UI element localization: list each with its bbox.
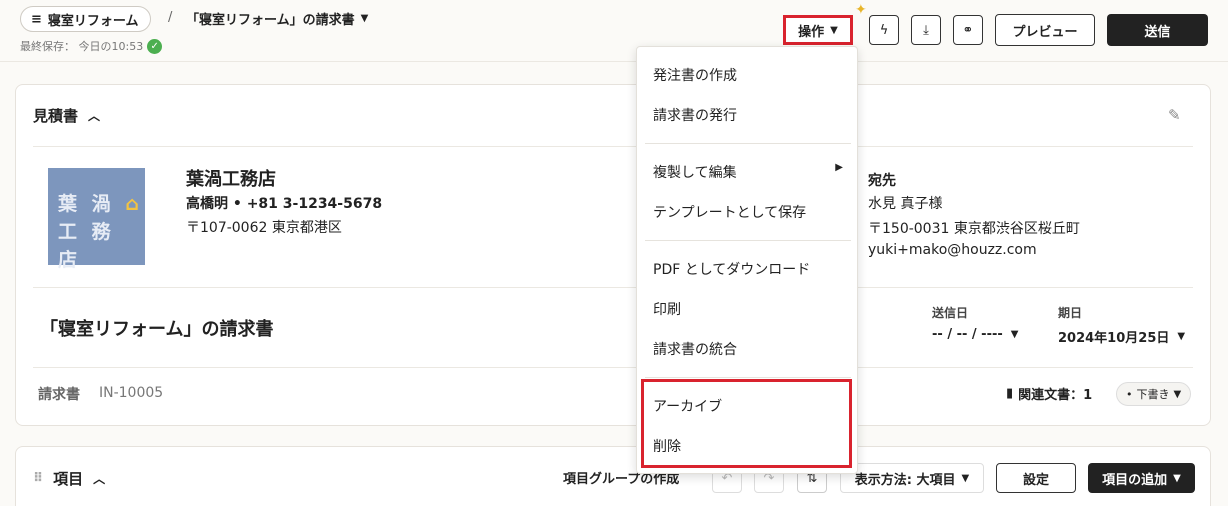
edit-pencil-icon[interactable]: ✎: [1168, 106, 1181, 124]
send-date-picker[interactable]: -- / -- / ---- ▼: [932, 327, 1018, 342]
check-icon: ✓: [147, 38, 163, 54]
caret-down-icon: ▼: [830, 24, 838, 36]
due-date-picker[interactable]: 2024年10月25日 ▼: [1058, 327, 1185, 346]
menu-item-create-po[interactable]: 発注書の作成: [653, 65, 737, 85]
menu-icon: ≡: [31, 11, 42, 27]
menu-item-issue-invoice[interactable]: 請求書の発行: [653, 105, 737, 125]
caret-down-icon: ▼: [360, 13, 369, 24]
menu-divider: [645, 377, 851, 378]
quick-action-button[interactable]: ϟ: [869, 15, 899, 45]
caret-down-icon: ▼: [961, 472, 970, 484]
lightning-icon: ϟ: [879, 22, 889, 38]
link-button[interactable]: ⚭: [953, 15, 983, 45]
add-item-button[interactable]: 項目の追加 ▼: [1088, 463, 1195, 493]
recipient-address: 〒150-0031 東京都渋谷区桜丘町: [868, 221, 1080, 237]
chevron-up-icon: ︿: [93, 472, 106, 486]
estimate-section-header[interactable]: 見積書 ︿: [33, 105, 100, 126]
caret-right-icon: ▶: [835, 162, 843, 173]
document-name-dropdown[interactable]: 「寝室リフォーム」の請求書 ▼: [186, 9, 368, 28]
menu-divider: [645, 143, 851, 144]
caret-down-icon: ▼: [1173, 472, 1181, 484]
related-docs-link[interactable]: ▮ 関連文書：1: [1006, 384, 1092, 403]
save-status: 最終保存： 今日の10:53 ✓: [20, 38, 163, 54]
highlight-box: [641, 379, 852, 468]
menu-item-download-pdf[interactable]: PDF としてダウンロード: [653, 259, 810, 279]
project-breadcrumb[interactable]: ≡ 寝室リフォーム: [20, 6, 151, 32]
document-icon: ▮: [1006, 386, 1014, 401]
send-button[interactable]: 送信: [1107, 14, 1208, 46]
menu-item-print[interactable]: 印刷: [653, 299, 681, 319]
send-date-value: -- / -- / ----: [932, 327, 1003, 342]
logo-text-2: 工 務 店: [58, 221, 115, 271]
company-contact: 高橋明 • +81 3-1234-5678: [186, 196, 383, 212]
link-icon: ⚭: [962, 22, 974, 38]
items-section-header[interactable]: ⠿ 項目 ︿: [33, 468, 105, 489]
project-label: 寝室リフォーム: [47, 13, 139, 29]
breadcrumb-separator: /: [168, 10, 173, 25]
menu-item-merge-invoices[interactable]: 請求書の統合: [653, 339, 737, 359]
saved-text: 最終保存： 今日の10:53: [20, 40, 144, 53]
duplicate-edit-label: 複製して編集: [653, 165, 737, 181]
menu-divider: [645, 240, 851, 241]
sparkle-icon: ✦: [855, 2, 867, 18]
logo-text-1: 葉 渦: [58, 193, 115, 215]
divider: [33, 146, 1193, 147]
settings-button[interactable]: 設定: [996, 463, 1076, 493]
caret-down-icon: ▼: [1177, 331, 1186, 342]
document-title[interactable]: 「寝室リフォーム」の請求書: [40, 315, 273, 341]
divider: [33, 287, 1193, 288]
invoice-number[interactable]: IN-10005: [99, 385, 163, 401]
house-icon: ⌂: [125, 193, 143, 215]
status-label: 下書き: [1136, 388, 1170, 401]
caret-down-icon: ▼: [1010, 329, 1019, 340]
company-name: 葉渦工務店: [186, 169, 276, 190]
recipient-heading: 宛先: [868, 173, 896, 189]
invoice-label: 請求書: [38, 387, 80, 403]
drag-handle-icon[interactable]: ⠿: [33, 471, 43, 486]
view-mode-label: 表示方法: 大項目: [854, 472, 956, 488]
status-badge[interactable]: • 下書き ▼: [1116, 382, 1192, 406]
related-docs-label: 関連文書：1: [1018, 388, 1093, 403]
operations-button[interactable]: 操作 ▼: [783, 15, 853, 45]
send-date-label: 送信日: [932, 306, 969, 320]
add-item-label: 項目の追加: [1102, 472, 1168, 488]
company-logo: 葉 渦 ⌂ 工 務 店: [48, 168, 145, 271]
menu-item-save-template[interactable]: テンプレートとして保存: [653, 202, 806, 222]
chevron-up-icon: ︿: [88, 109, 101, 123]
recipient-name: 水見 真子様: [868, 196, 943, 212]
download-button[interactable]: ⤓: [911, 15, 941, 45]
dot-icon: •: [1126, 387, 1133, 401]
preview-button[interactable]: プレビュー: [995, 14, 1095, 46]
due-date-label: 期日: [1058, 306, 1083, 320]
divider: [33, 367, 1193, 368]
recipient-email: yuki+mako@houzz.com: [868, 242, 1037, 258]
estimate-title: 見積書: [33, 107, 79, 125]
due-date-value: 2024年10月25日: [1058, 331, 1170, 346]
company-address: 〒107-0062 東京都港区: [186, 220, 342, 236]
view-mode-dropdown[interactable]: 表示方法: 大項目 ▼: [840, 463, 984, 493]
caret-down-icon: ▼: [1173, 388, 1182, 400]
operations-label: 操作: [798, 24, 825, 40]
download-icon: ⤓: [923, 22, 929, 38]
items-title: 項目: [53, 470, 84, 488]
document-name: 「寝室リフォーム」の請求書: [186, 13, 355, 28]
menu-item-duplicate-edit[interactable]: 複製して編集 ▶: [653, 162, 843, 182]
